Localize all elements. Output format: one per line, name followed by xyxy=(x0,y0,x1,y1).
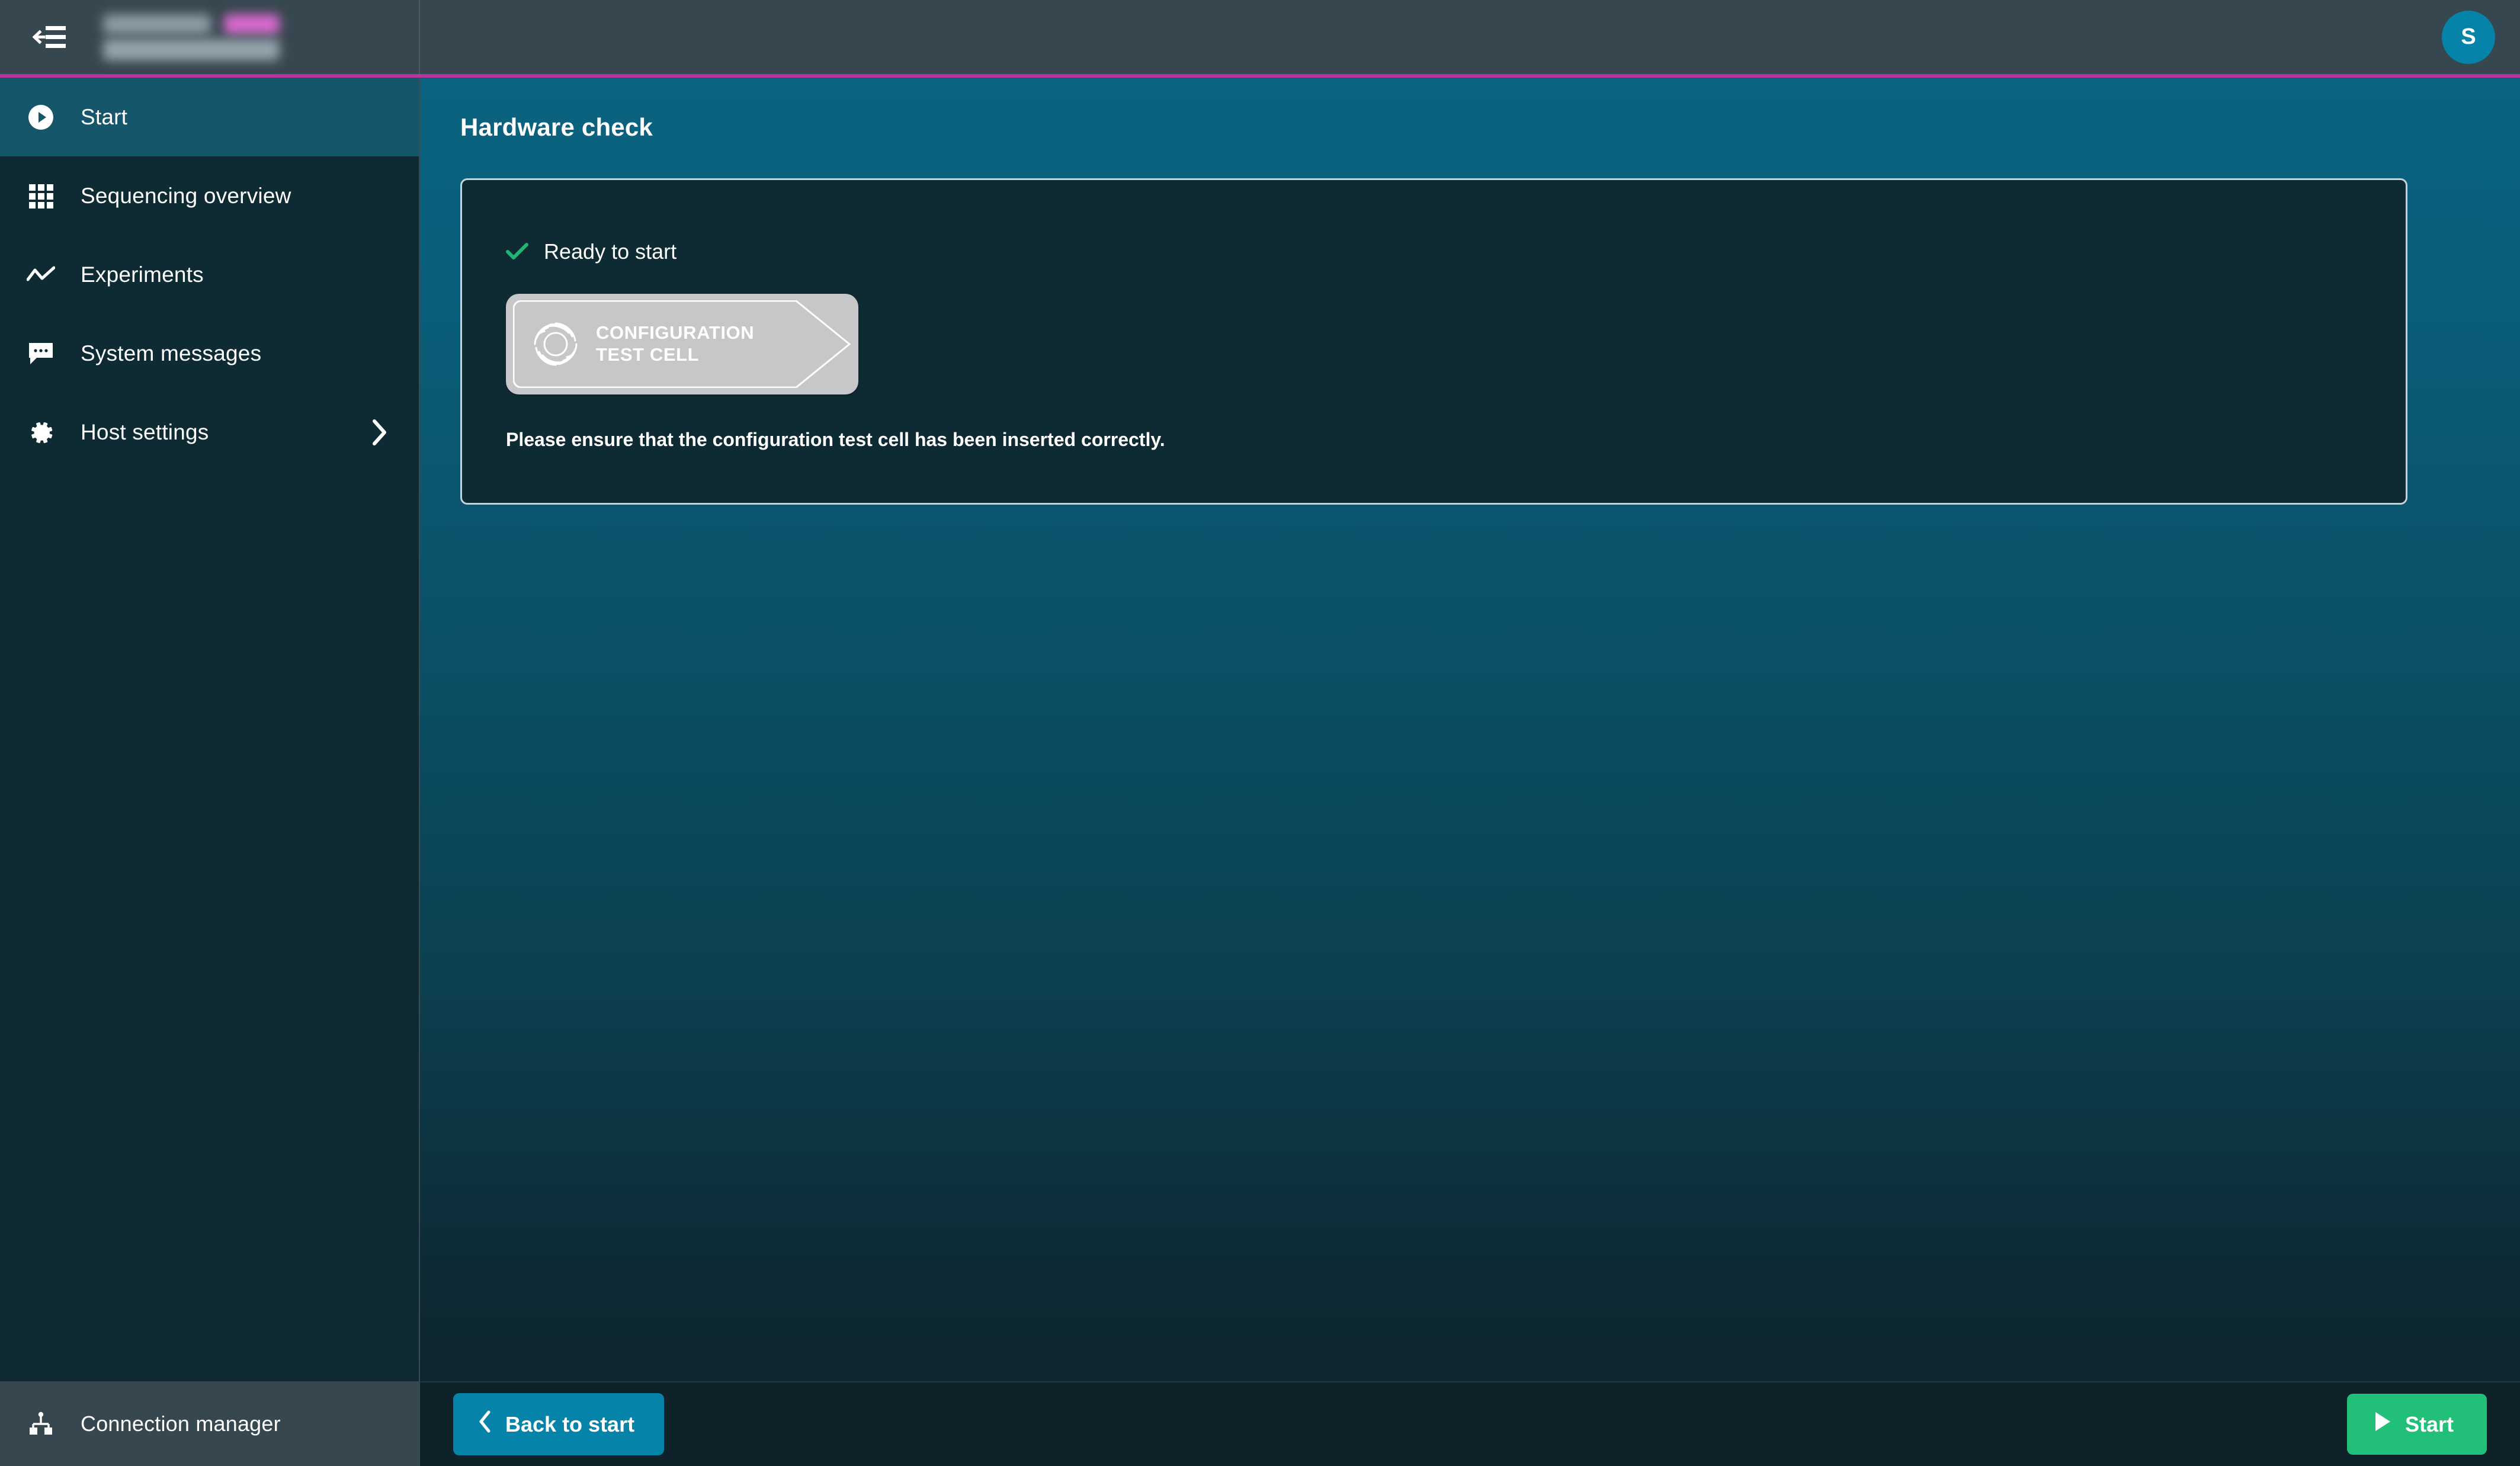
check-icon xyxy=(506,243,528,261)
play-triangle-icon xyxy=(2373,1410,2392,1438)
line-chart-icon xyxy=(20,265,62,284)
message-icon xyxy=(20,341,62,366)
top-bar-right: S xyxy=(420,0,2520,74)
sidebar-item-sequencing-overview[interactable]: Sequencing overview xyxy=(0,156,419,235)
host-subtitle-redacted: ██████████ xyxy=(103,39,280,60)
collapse-menu-icon[interactable] xyxy=(21,9,78,66)
sidebar-item-host-settings[interactable]: Host settings xyxy=(0,393,419,471)
host-badge-redacted: ████ xyxy=(224,14,280,34)
flow-cell-label-line2: TEST CELL xyxy=(596,344,700,365)
grid-icon xyxy=(20,183,62,209)
start-button[interactable]: Start xyxy=(2346,1394,2487,1455)
nanopore-swirl-icon xyxy=(528,317,583,371)
status-label: Ready to start xyxy=(544,239,677,264)
sidebar-footer-label: Connection manager xyxy=(81,1411,281,1436)
sidebar-item-experiments[interactable]: Experiments xyxy=(0,235,419,314)
sidebar-item-label: Sequencing overview xyxy=(81,183,291,208)
sidebar-item-connection-manager[interactable]: Connection manager xyxy=(0,1381,419,1466)
page-title: Hardware check xyxy=(460,113,653,141)
hardware-check-card: Ready to start CONFIGURATION TEST CELL P… xyxy=(460,178,2407,505)
flow-cell-label-line1: CONFIGURATION xyxy=(596,322,755,344)
gear-icon xyxy=(20,419,62,446)
sidebar-item-start[interactable]: Start xyxy=(0,78,419,156)
collapse-menu-glyph xyxy=(33,25,66,48)
top-bar: ███████ ████ ██████████ S xyxy=(0,0,2520,78)
sidebar-item-label: Experiments xyxy=(81,262,204,287)
sidebar-item-label: Host settings xyxy=(81,419,209,444)
main-content: Hardware check Ready to start CONFIGURAT… xyxy=(420,78,2520,1466)
main-scroll-area: Hardware check Ready to start CONFIGURAT… xyxy=(420,78,2520,1381)
avatar[interactable]: S xyxy=(2442,10,2495,64)
host-identity-row: ███████ ████ xyxy=(103,14,280,34)
play-circle-icon xyxy=(20,104,62,131)
sidebar-item-label: System messages xyxy=(81,341,262,365)
app-root: ███████ ████ ██████████ S xyxy=(0,0,2520,1466)
sidebar: Start Sequencing overview Experiments Sy… xyxy=(0,78,420,1466)
sidebar-item-label: Start xyxy=(81,104,128,129)
sidebar-item-system-messages[interactable]: System messages xyxy=(0,314,419,393)
top-bar-left: ███████ ████ ██████████ xyxy=(0,0,420,74)
network-icon xyxy=(20,1411,62,1437)
sidebar-nav: Start Sequencing overview Experiments Sy… xyxy=(0,78,419,1381)
flow-cell-graphic: CONFIGURATION TEST CELL xyxy=(506,294,858,394)
host-name-redacted: ███████ xyxy=(103,14,211,34)
flow-cell-label: CONFIGURATION TEST CELL xyxy=(596,322,754,365)
status-row: Ready to start xyxy=(506,239,2362,264)
action-bar: Back to start Start xyxy=(420,1381,2520,1466)
hint-text: Please ensure that the configuration tes… xyxy=(506,429,1165,450)
host-identity: ███████ ████ ██████████ xyxy=(103,14,280,60)
chevron-left-icon xyxy=(478,1410,492,1439)
back-to-start-label: Back to start xyxy=(505,1412,635,1436)
chevron-right-icon xyxy=(370,418,388,447)
start-button-label: Start xyxy=(2404,1412,2454,1436)
back-to-start-button[interactable]: Back to start xyxy=(453,1393,665,1455)
body: Start Sequencing overview Experiments Sy… xyxy=(0,78,2520,1466)
